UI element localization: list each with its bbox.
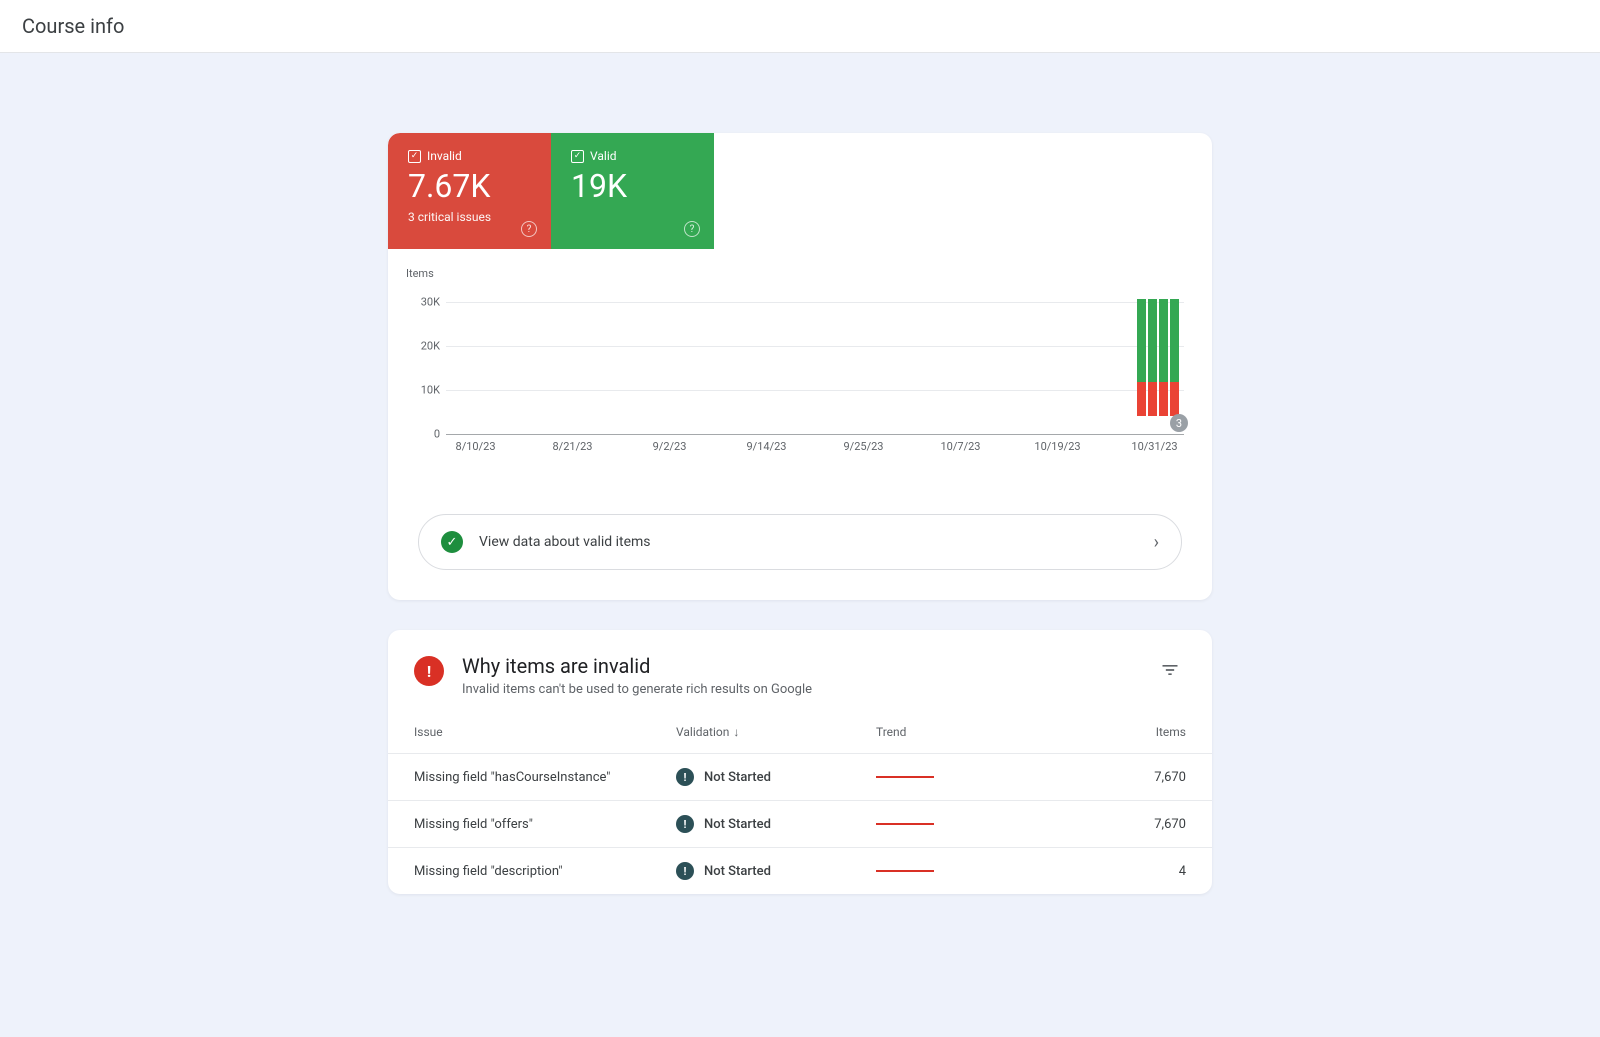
gridline	[446, 302, 1184, 303]
xtick: 10/19/23	[1034, 440, 1080, 453]
th-validation-label: Validation	[676, 725, 729, 739]
tile-invalid[interactable]: ✓ Invalid 7.67K 3 critical issues ?	[388, 133, 551, 249]
bar-invalid	[1148, 382, 1157, 416]
status-icon: !	[676, 768, 694, 786]
summary-tiles: ✓ Invalid 7.67K 3 critical issues ? ✓ Va…	[388, 133, 1212, 249]
status-icon: !	[676, 862, 694, 880]
bar-invalid	[1137, 382, 1146, 416]
checkbox-icon[interactable]: ✓	[571, 150, 584, 163]
xtick: 8/21/23	[553, 440, 593, 453]
gridline	[446, 434, 1184, 435]
bar-invalid	[1159, 382, 1168, 416]
bar-valid	[1159, 299, 1168, 383]
xtick: 9/14/23	[747, 440, 787, 453]
status-icon: !	[676, 815, 694, 833]
bars-cluster	[1137, 299, 1179, 416]
issue-row[interactable]: Missing field "offers"! Not Started 7,670	[388, 801, 1212, 848]
trend-sparkline	[876, 776, 934, 778]
th-validation[interactable]: Validation ↓	[676, 725, 876, 739]
items-chart[interactable]: 010K20K30K3	[446, 284, 1184, 434]
cell-validation: ! Not Started	[676, 815, 876, 833]
cell-trend	[876, 870, 1076, 872]
cell-issue: Missing field "offers"	[414, 817, 676, 832]
chevron-right-icon: ›	[1154, 532, 1159, 553]
page-title: Course info	[22, 14, 1578, 38]
cell-validation: ! Not Started	[676, 768, 876, 786]
th-items[interactable]: Items	[1076, 725, 1186, 739]
check-circle-icon: ✓	[441, 531, 463, 553]
filter-icon[interactable]	[1154, 654, 1186, 690]
cell-validation: ! Not Started	[676, 862, 876, 880]
bar-valid	[1170, 299, 1179, 383]
xtick: 10/7/23	[940, 440, 980, 453]
xtick: 10/31/23	[1131, 440, 1177, 453]
alert-icon: !	[414, 656, 444, 686]
chart-xaxis: 8/10/23 8/21/23 9/2/23 9/14/23 9/25/23 10/7/2…	[446, 440, 1184, 464]
checkbox-icon[interactable]: ✓	[408, 150, 421, 163]
cell-issue: Missing field "hasCourseInstance"	[414, 770, 676, 785]
validation-status: Not Started	[704, 864, 771, 879]
tile-valid-label-row: ✓ Valid	[571, 149, 694, 163]
issues-table-header: Issue Validation ↓ Trend Items	[388, 711, 1212, 754]
view-valid-label: View data about valid items	[479, 534, 1138, 550]
ytick: 0	[406, 428, 440, 441]
main-container: ✓ Invalid 7.67K 3 critical issues ? ✓ Va…	[388, 133, 1212, 894]
tile-invalid-label-row: ✓ Invalid	[408, 149, 531, 163]
cell-trend	[876, 776, 1076, 778]
cell-issue: Missing field "description"	[414, 864, 676, 879]
issue-row[interactable]: Missing field "hasCourseInstance"! Not St…	[388, 754, 1212, 801]
help-icon[interactable]: ?	[684, 221, 700, 237]
ytick: 30K	[406, 296, 440, 309]
xtick: 8/10/23	[456, 440, 496, 453]
gridline	[446, 346, 1184, 347]
tile-valid[interactable]: ✓ Valid 19K ?	[551, 133, 714, 249]
ytick: 10K	[406, 384, 440, 397]
bar-valid	[1148, 299, 1157, 383]
bar-invalid	[1170, 382, 1179, 416]
tile-invalid-label: Invalid	[427, 149, 462, 163]
tile-valid-value: 19K	[571, 169, 694, 204]
issues-table: Issue Validation ↓ Trend Items Missing f…	[388, 711, 1212, 894]
page-header: Course info	[0, 0, 1600, 53]
validation-status: Not Started	[704, 817, 771, 832]
arrow-down-icon: ↓	[733, 725, 739, 739]
bar-column	[1137, 299, 1146, 416]
issues-title: Why items are invalid	[462, 654, 812, 678]
tile-invalid-value: 7.67K	[408, 169, 531, 204]
issues-header: ! Why items are invalid Invalid items ca…	[388, 630, 1212, 711]
trend-sparkline	[876, 823, 934, 825]
th-trend[interactable]: Trend	[876, 725, 1076, 739]
issues-card: ! Why items are invalid Invalid items ca…	[388, 630, 1212, 894]
tile-valid-label: Valid	[590, 149, 617, 163]
bar-column	[1148, 299, 1157, 416]
cell-items: 7,670	[1076, 817, 1186, 832]
cell-items: 7,670	[1076, 770, 1186, 785]
gridline	[446, 390, 1184, 391]
issue-row[interactable]: Missing field "description"! Not Started 4	[388, 848, 1212, 894]
cell-items: 4	[1076, 864, 1186, 879]
trend-sparkline	[876, 870, 934, 872]
xtick: 9/25/23	[843, 440, 883, 453]
bar-column	[1170, 299, 1179, 416]
chart-ylabel: Items	[406, 267, 1184, 280]
xtick: 9/2/23	[653, 440, 687, 453]
issues-subtitle: Invalid items can't be used to generate …	[462, 682, 812, 697]
view-valid-items-button[interactable]: ✓ View data about valid items ›	[418, 514, 1182, 570]
validation-status: Not Started	[704, 770, 771, 785]
bar-valid	[1137, 299, 1146, 383]
tile-invalid-sub: 3 critical issues	[408, 210, 531, 224]
help-icon[interactable]: ?	[521, 221, 537, 237]
issues-heading-block: Why items are invalid Invalid items can'…	[462, 654, 812, 697]
cell-trend	[876, 823, 1076, 825]
summary-card: ✓ Invalid 7.67K 3 critical issues ? ✓ Va…	[388, 133, 1212, 600]
th-issue[interactable]: Issue	[414, 725, 676, 739]
bar-column	[1159, 299, 1168, 416]
ytick: 20K	[406, 340, 440, 353]
chart-area: Items 010K20K30K3 8/10/238/21/239/2/239/…	[388, 249, 1212, 494]
chart-badge[interactable]: 3	[1170, 414, 1188, 432]
